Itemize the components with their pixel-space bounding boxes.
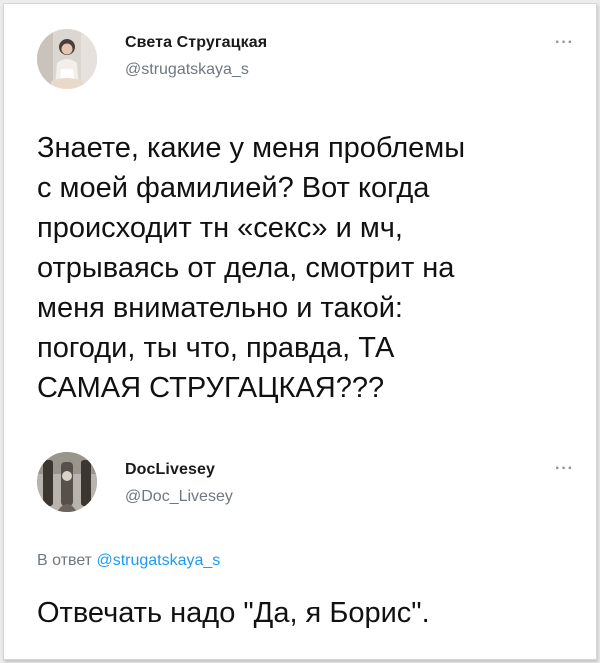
reply-prefix: В ответ: [37, 552, 97, 569]
author-name[interactable]: Света Стругацкая: [125, 34, 267, 52]
avatar[interactable]: [37, 452, 97, 512]
screenshot-frame: Света Стругацкая @strugatskaya_s ··· Зна…: [3, 3, 597, 660]
tweet-original: Света Стругацкая @strugatskaya_s ··· Зна…: [4, 4, 596, 444]
author-name[interactable]: DocLivesey: [125, 461, 215, 479]
tweet-reply: DocLivesey @Doc_Livesey ··· В ответ @str…: [4, 444, 596, 659]
more-dots-icon[interactable]: ···: [555, 35, 574, 51]
avatar-photo-icon: [37, 452, 97, 512]
author-handle[interactable]: @Doc_Livesey: [125, 488, 233, 506]
author-handle[interactable]: @strugatskaya_s: [125, 61, 249, 79]
avatar[interactable]: [37, 29, 97, 89]
more-dots-icon[interactable]: ···: [555, 461, 574, 477]
avatar-photo-icon: [37, 29, 97, 89]
reply-context: В ответ @strugatskaya_s: [37, 552, 220, 570]
reply-mention-link[interactable]: @strugatskaya_s: [96, 552, 220, 569]
tweet-text: Знаете, какие у меня проблемы с моей фам…: [37, 132, 466, 404]
tweet-text: Отвечать надо "Да, я Борис".: [37, 597, 430, 629]
